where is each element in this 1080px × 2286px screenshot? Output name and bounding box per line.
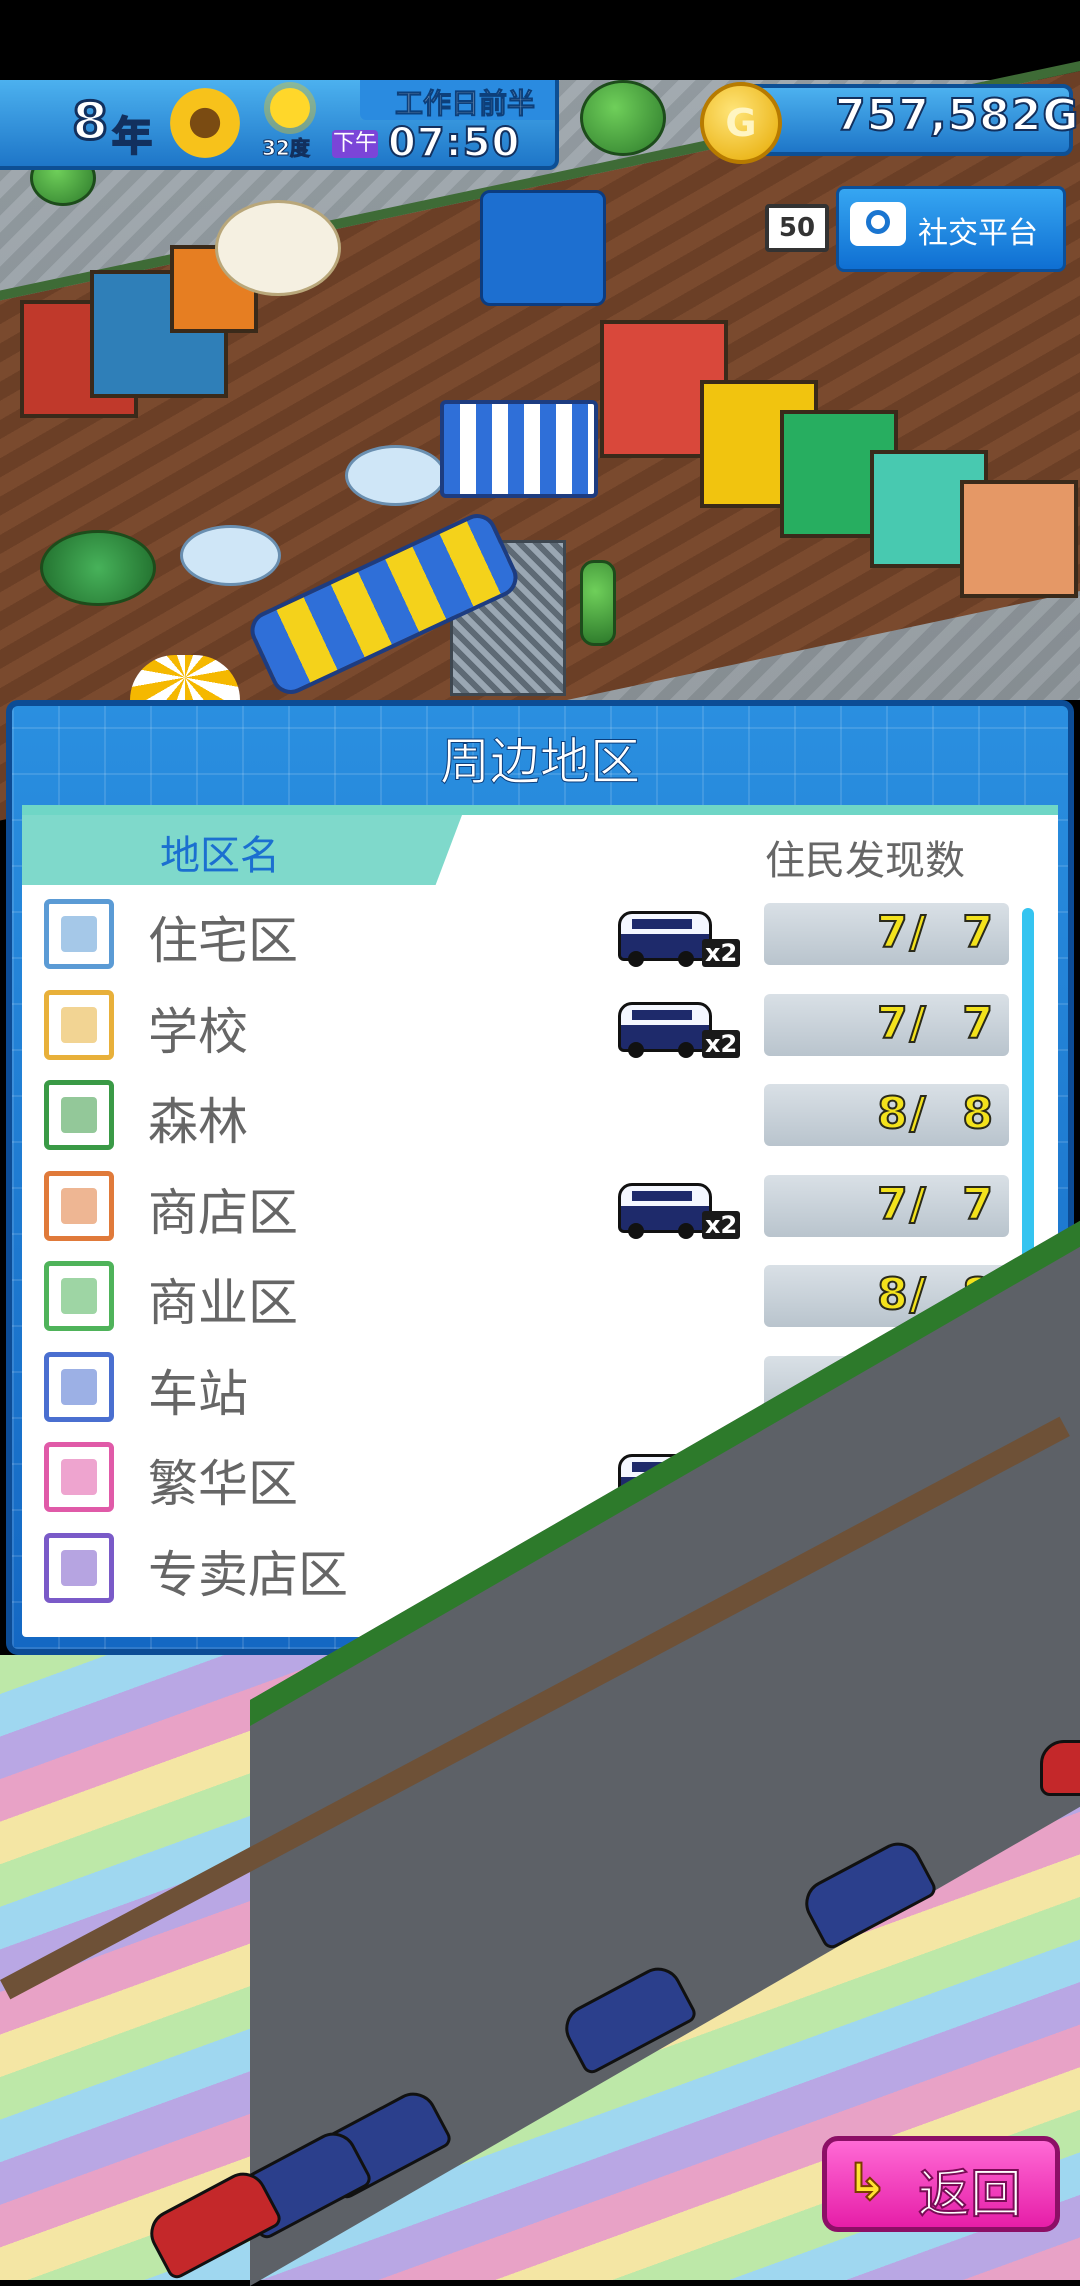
area-name-header: 地区名 <box>160 833 280 879</box>
clock-time: 07:50 <box>387 119 521 167</box>
level-badge: 50 <box>765 204 829 252</box>
umbrella-green <box>40 530 156 606</box>
area-name: 商店区 <box>148 1184 298 1242</box>
school-icon <box>44 990 114 1060</box>
back-button-label: 返回 <box>917 2164 1023 2226</box>
tree-icon <box>44 1080 114 1150</box>
area-row[interactable]: 学校 x2 7/ 7 <box>40 986 1020 1066</box>
office-building-icon <box>44 1261 114 1331</box>
area-name: 商业区 <box>148 1274 298 1332</box>
cafe-table <box>345 445 446 506</box>
resident-count-box: 7/ 7 <box>764 994 1009 1056</box>
area-name: 繁华区 <box>148 1455 298 1513</box>
sunflower-icon <box>170 88 240 158</box>
resident-count-box: 7/ 7 <box>764 1175 1009 1237</box>
resident-count-box: 8/ 8 <box>764 1084 1009 1146</box>
area-name: 住宅区 <box>148 912 298 970</box>
status-bar <box>0 0 1080 80</box>
house-icon <box>44 899 114 969</box>
residents-found-header: 住民发现数 <box>765 838 965 884</box>
resident-count: 8/ 8 <box>876 1087 995 1140</box>
money-amount: 757,582G <box>834 89 1080 142</box>
social-platform-label: 社交平台 <box>918 216 1038 251</box>
sun-icon <box>270 88 310 128</box>
bus-multiplier: x2 <box>702 1030 741 1058</box>
potted-tree <box>580 560 616 646</box>
train-station-icon <box>44 1352 114 1422</box>
bus-multiplier: x2 <box>702 1211 741 1239</box>
camera-lens <box>866 210 890 234</box>
area-name: 学校 <box>148 1003 248 1061</box>
return-arrow-icon: ↳ <box>845 2152 889 2212</box>
bus-multiplier: x2 <box>702 939 741 967</box>
pizza-stall <box>960 480 1078 598</box>
resident-count: 7/ 7 <box>876 997 995 1050</box>
cafe-table <box>180 525 281 586</box>
bus-icon <box>618 901 712 967</box>
resident-count: 7/ 7 <box>876 1178 995 1231</box>
resident-count: 7/ 7 <box>876 906 995 959</box>
popcorn-stand <box>215 200 341 296</box>
area-name: 车站 <box>148 1365 248 1423</box>
bus-icon <box>618 1173 712 1239</box>
specialty-store-icon <box>44 1533 114 1603</box>
ampm-badge: 下午 <box>332 130 378 158</box>
toy-stall <box>480 190 606 306</box>
day-period: 工作日前半 <box>394 87 536 121</box>
tree-decoration <box>580 80 666 156</box>
slide-top-canopy <box>440 400 598 498</box>
year-number: 8 <box>70 91 109 154</box>
area-name: 森林 <box>148 1093 248 1151</box>
panel-title: 周边地区 <box>440 733 641 792</box>
coin-icon: G <box>700 82 782 164</box>
resident-count-box: 7/ 7 <box>764 903 1009 965</box>
downtown-icon <box>44 1442 114 1512</box>
header-band <box>22 805 1058 815</box>
shop-icon <box>44 1171 114 1241</box>
area-row[interactable]: 住宅区 x2 7/ 7 <box>40 895 1020 975</box>
year-unit: 年 <box>111 113 153 161</box>
area-name: 专卖店区 <box>148 1546 348 1604</box>
bus-icon <box>618 992 712 1058</box>
area-row[interactable]: 森林 8/ 8 <box>40 1076 1020 1156</box>
temperature: 32度 <box>262 136 311 161</box>
area-row[interactable]: 商店区 x2 7/ 7 <box>40 1167 1020 1247</box>
area-row[interactable]: 商业区 8/ 8 <box>40 1257 1020 1337</box>
parked-car-red <box>1040 1740 1080 1796</box>
